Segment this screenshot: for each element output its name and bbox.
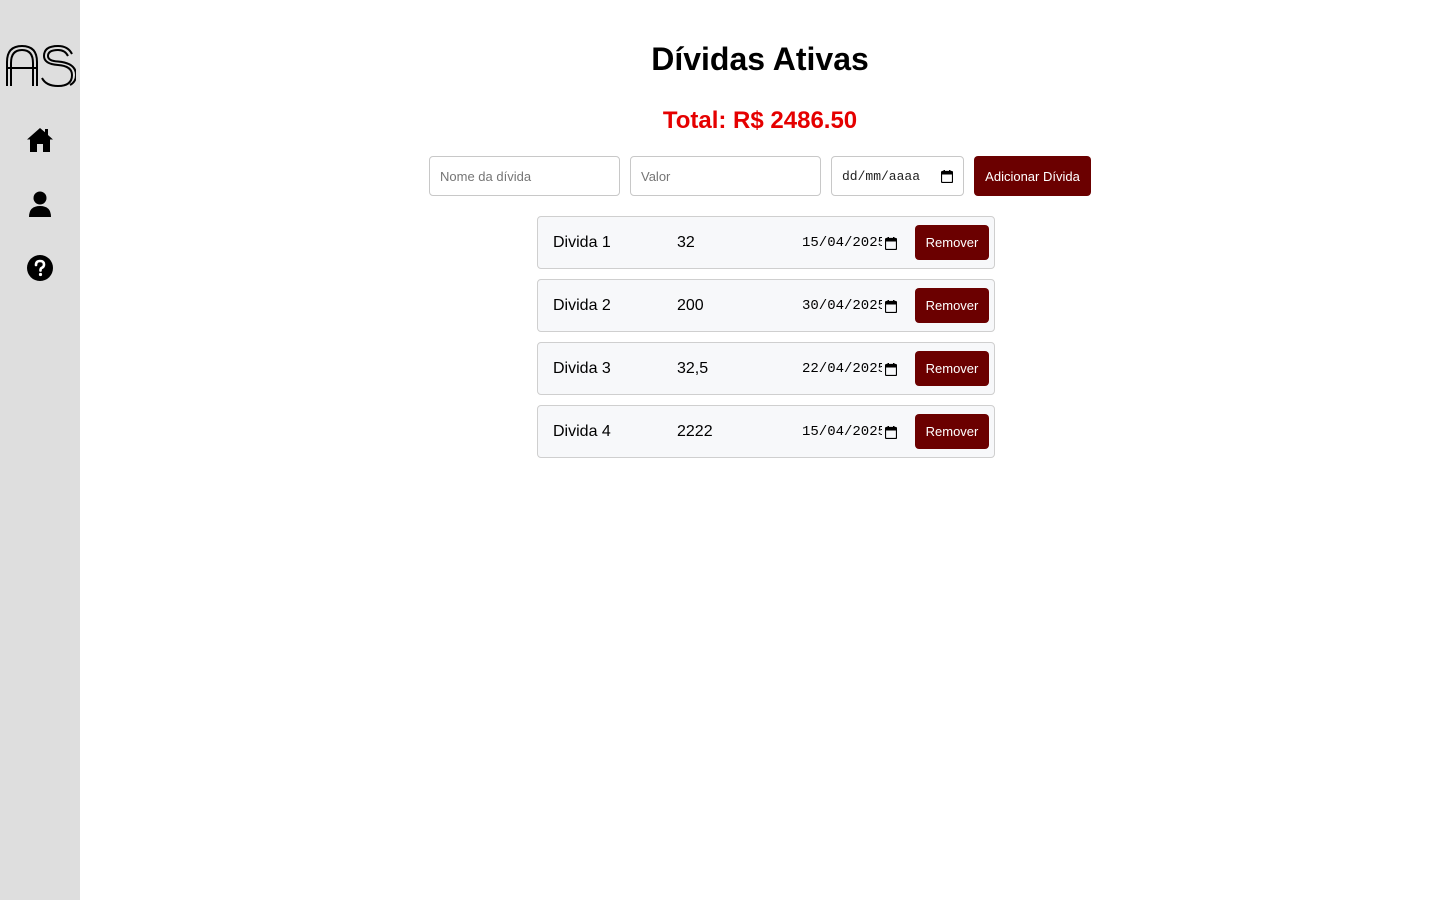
debt-value: 200 bbox=[677, 297, 704, 314]
list-item: Divida 3 32,5 22/04/2025 Remover bbox=[537, 342, 995, 395]
debt-date-input[interactable]: dd/mm/aaaa bbox=[831, 156, 964, 196]
calendar-icon[interactable] bbox=[885, 425, 897, 439]
add-debt-button[interactable]: Adicionar Dívida bbox=[974, 156, 1091, 196]
debt-name: Divida 4 bbox=[553, 423, 611, 440]
calendar-icon[interactable] bbox=[885, 299, 897, 313]
debt-date-input[interactable]: 15/04/2025 bbox=[802, 233, 902, 253]
remove-button[interactable]: Remover bbox=[915, 225, 989, 260]
debt-date: 15/04/2025 bbox=[802, 424, 882, 440]
list-item: Divida 1 32 15/04/2025 Remover bbox=[537, 216, 995, 269]
debt-name-input[interactable] bbox=[429, 156, 620, 196]
user-icon[interactable] bbox=[26, 190, 54, 218]
debt-value: 32 bbox=[677, 234, 695, 251]
debt-value: 2222 bbox=[677, 423, 713, 440]
list-item: Divida 2 200 30/04/2025 Remover bbox=[537, 279, 995, 332]
debt-name: Divida 3 bbox=[553, 360, 611, 377]
debt-value-input[interactable] bbox=[630, 156, 821, 196]
debt-list: Divida 1 32 15/04/2025 Remover Divida 2 … bbox=[537, 216, 995, 468]
calendar-icon[interactable] bbox=[885, 236, 897, 250]
home-icon[interactable] bbox=[26, 126, 54, 154]
debt-name: Divida 1 bbox=[553, 234, 611, 251]
calendar-icon[interactable] bbox=[885, 362, 897, 376]
debt-date-input[interactable]: 30/04/2025 bbox=[802, 296, 902, 316]
page-title: Dívidas Ativas bbox=[651, 41, 869, 77]
list-item: Divida 4 2222 15/04/2025 Remover bbox=[537, 405, 995, 458]
sidebar bbox=[0, 0, 80, 900]
debt-value: 32,5 bbox=[677, 360, 709, 377]
main-content: Dívidas Ativas Total: R$ 2486.50 dd/mm/a… bbox=[80, 0, 1440, 900]
remove-button[interactable]: Remover bbox=[915, 414, 989, 449]
debt-date: 22/04/2025 bbox=[802, 361, 882, 377]
logo bbox=[6, 44, 76, 88]
calendar-icon[interactable] bbox=[941, 169, 953, 183]
remove-button[interactable]: Remover bbox=[915, 351, 989, 386]
debt-date-input[interactable]: 22/04/2025 bbox=[802, 359, 902, 379]
date-placeholder: dd/mm/aaaa bbox=[842, 168, 921, 184]
debt-date: 15/04/2025 bbox=[802, 235, 882, 251]
remove-button[interactable]: Remover bbox=[915, 288, 989, 323]
total-amount: Total: R$ 2486.50 bbox=[662, 107, 858, 134]
help-icon[interactable] bbox=[26, 254, 54, 282]
debt-date: 30/04/2025 bbox=[802, 298, 882, 314]
add-debt-form: dd/mm/aaaa Adicionar Dívida bbox=[429, 156, 1091, 196]
debt-name: Divida 2 bbox=[553, 297, 611, 314]
debt-date-input[interactable]: 15/04/2025 bbox=[802, 422, 902, 442]
